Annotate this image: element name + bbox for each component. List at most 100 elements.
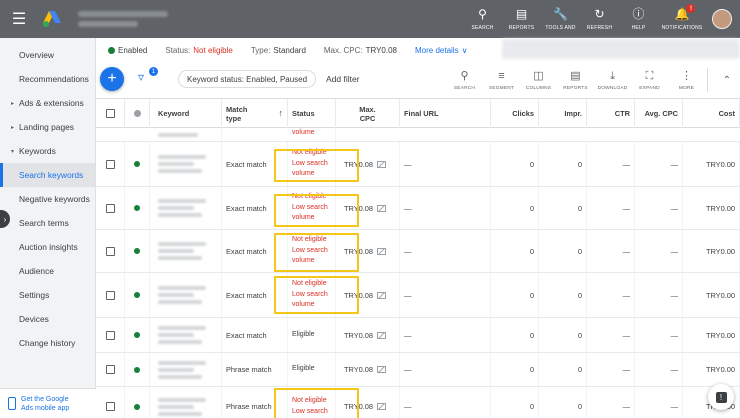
ctr-cell: — [587,230,635,272]
edit-bid-icon[interactable] [377,160,387,168]
add-keyword-button[interactable]: + [100,67,124,91]
sidebar-item-settings[interactable]: Settings [0,283,95,307]
keyword-cell[interactable] [150,387,222,418]
segment-tool-button[interactable]: ≡ SEGMENT [483,69,520,91]
sidebar-item-recommendations[interactable]: Recommendations [0,67,95,91]
table-row[interactable]: Exact match Not eligible Low search volume… [96,187,740,230]
keyword-cell[interactable] [150,353,222,386]
column-impr[interactable]: Impr. [539,99,587,128]
enabled-status-dot-icon[interactable] [134,205,140,211]
table-row[interactable]: Phrase match Not eligible Low search TRY0… [96,387,740,418]
column-ctr[interactable]: CTR [587,99,635,128]
enabled-status-dot-icon[interactable] [134,332,140,338]
clicks-cell: 0 [491,318,539,352]
table-row[interactable]: Exact match Not eligible Low search volume… [96,273,740,318]
column-avg-cpc[interactable]: Avg. CPC [635,99,683,128]
redacted-area [502,39,740,59]
columns-tool-button[interactable]: ◫ COLUMNS [520,69,557,91]
enabled-status-dot-icon[interactable] [134,292,140,298]
tools-button[interactable]: 🔧 TOOLS AND [541,0,580,38]
edit-bid-icon[interactable] [377,291,387,299]
status-cell[interactable]: Eligible [288,318,336,352]
row-checkbox[interactable] [105,246,115,256]
add-filter-button[interactable]: Add filter [326,74,360,84]
row-checkbox[interactable] [105,203,115,213]
enabled-status-dot-icon[interactable] [134,248,140,254]
expand-icon: ⛶ [645,70,654,82]
more-tool-button[interactable]: ⋮ MORE [668,69,705,91]
table-row[interactable]: Exact match Not eligible Low search volume… [96,142,740,187]
table-row[interactable]: Exact match Not eligible Low search volume… [96,230,740,273]
keyword-cell[interactable] [150,273,222,317]
max-cpc-cell[interactable]: TRY0.08 [336,318,400,352]
more-details-link[interactable]: More details ∨ [415,46,467,55]
column-final-url[interactable]: Final URL [400,99,491,128]
row-checkbox[interactable] [105,330,115,340]
table-row[interactable]: Exact match Eligible TRY0.08 — 0 0 — — T… [96,318,740,353]
feedback-button[interactable]: ! [708,384,734,410]
edit-bid-icon[interactable] [377,331,387,339]
select-all-checkbox[interactable] [105,109,115,118]
enabled-status-dot-icon[interactable] [134,161,140,167]
cost-cell: TRY0.00 [683,187,740,229]
search-button[interactable]: ⚲ SEARCH [463,0,502,38]
sidebar-item-auction-insights[interactable]: Auction insights [0,235,95,259]
sidebar-item-overview[interactable]: Overview [0,43,95,67]
sidebar-item-change-history[interactable]: Change history [0,331,95,355]
filter-chip[interactable]: Keyword status: Enabled, Paused [178,70,317,88]
keyword-cell[interactable] [150,142,222,186]
sidebar-item-landing-pages[interactable]: ▸ Landing pages [0,115,95,139]
edit-bid-icon[interactable] [377,403,387,410]
keyword-cell[interactable] [150,187,222,229]
sidebar-item-search-keywords[interactable]: Search keywords [0,163,95,187]
table-row[interactable]: Phrase match Eligible TRY0.08 — 0 0 — — … [96,353,740,387]
help-button[interactable]: ⓘ HELP [619,0,658,38]
expand-tool-button[interactable]: ⛶ EXPAND [631,69,668,91]
edit-bid-icon[interactable] [377,366,387,373]
column-match-type[interactable]: Match type ↑ [222,99,288,128]
cost-cell: TRY0.00 [683,273,740,317]
row-checkbox[interactable] [105,365,115,374]
sidebar-item-audience[interactable]: Audience [0,259,95,283]
menu-icon[interactable]: ☰ [0,0,38,38]
row-checkbox[interactable] [105,402,115,411]
column-cost[interactable]: Cost [683,99,740,128]
reports-tool-button[interactable]: ▤ REPORTS [557,69,594,91]
column-status[interactable]: Status [288,99,336,128]
sidebar-item-search-terms[interactable]: Search terms [0,211,95,235]
sidebar-item-ads-extensions[interactable]: ▸ Ads & extensions [0,91,95,115]
refresh-icon: ↻ [594,7,605,21]
clicks-cell: 0 [491,187,539,229]
column-clicks[interactable]: Clicks [491,99,539,128]
caret-down-icon: ▾ [11,148,15,155]
column-keyword[interactable]: Keyword [150,99,222,128]
filter-icon[interactable]: ▿ 1 [138,67,158,88]
row-checkbox[interactable] [105,159,115,169]
refresh-button[interactable]: ↻ REFRESH [580,0,619,38]
search-tool-button[interactable]: ⚲ SEARCH [446,69,483,91]
google-ads-logo[interactable] [40,9,64,29]
reports-button[interactable]: ▤ REPORTS [502,0,541,38]
max-cpc-cell[interactable]: TRY0.08 [336,353,400,386]
download-tool-button[interactable]: ⤓ DOWNLOAD [594,69,631,91]
sidebar-item-devices[interactable]: Devices [0,307,95,331]
more-vert-icon: ⋮ [681,70,692,82]
sidebar-item-negative-keywords[interactable]: Negative keywords [0,187,95,211]
enabled-status-dot-icon[interactable] [134,366,140,373]
account-selector[interactable] [78,11,168,27]
enabled-status-dot-icon[interactable] [134,403,140,410]
collapse-chevron-icon[interactable]: ⌃ [714,75,740,86]
edit-bid-icon[interactable] [377,204,387,212]
row-checkbox[interactable] [105,290,115,300]
column-max-cpc[interactable]: Max. CPC [336,99,400,128]
edit-bid-icon[interactable] [377,247,387,255]
notifications-button[interactable]: 🔔! NOTIFICATIONS [658,0,706,38]
avatar[interactable] [712,9,732,29]
cost-cell: TRY0.00 [683,230,740,272]
sidebar-item-keywords[interactable]: ▾ Keywords [0,139,95,163]
mobile-app-link[interactable]: Get the Google Ads mobile app [0,388,96,418]
keyword-cell[interactable] [150,230,222,272]
keyword-cell[interactable] [150,318,222,352]
status-cell[interactable]: Eligible [288,353,336,386]
cost-cell: TRY0.00 [683,318,740,352]
